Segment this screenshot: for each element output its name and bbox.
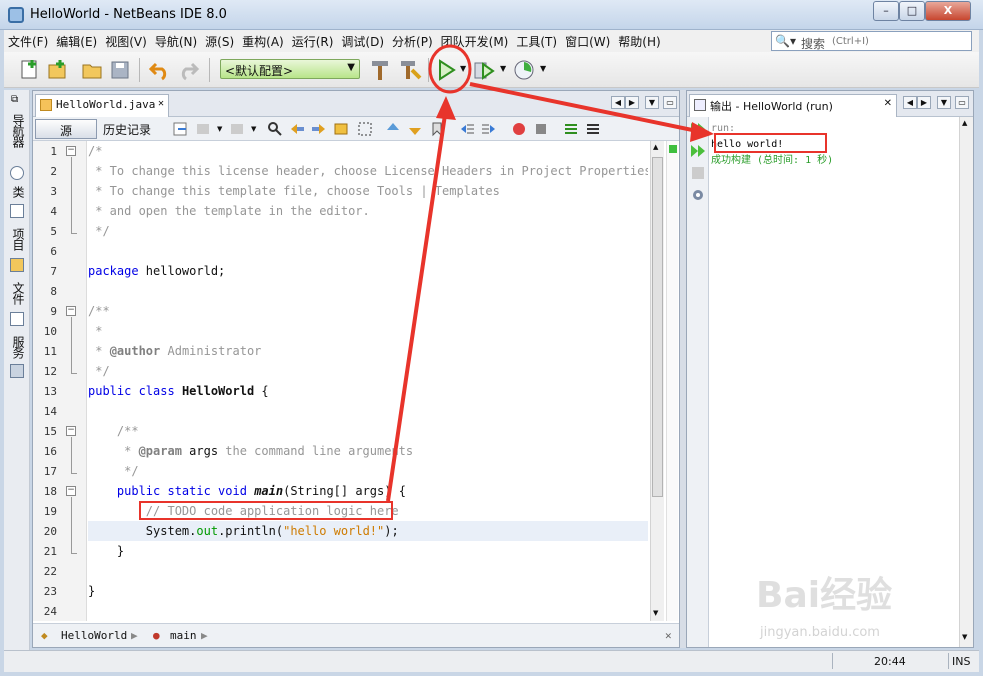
annotation-arrows — [386, 44, 714, 502]
